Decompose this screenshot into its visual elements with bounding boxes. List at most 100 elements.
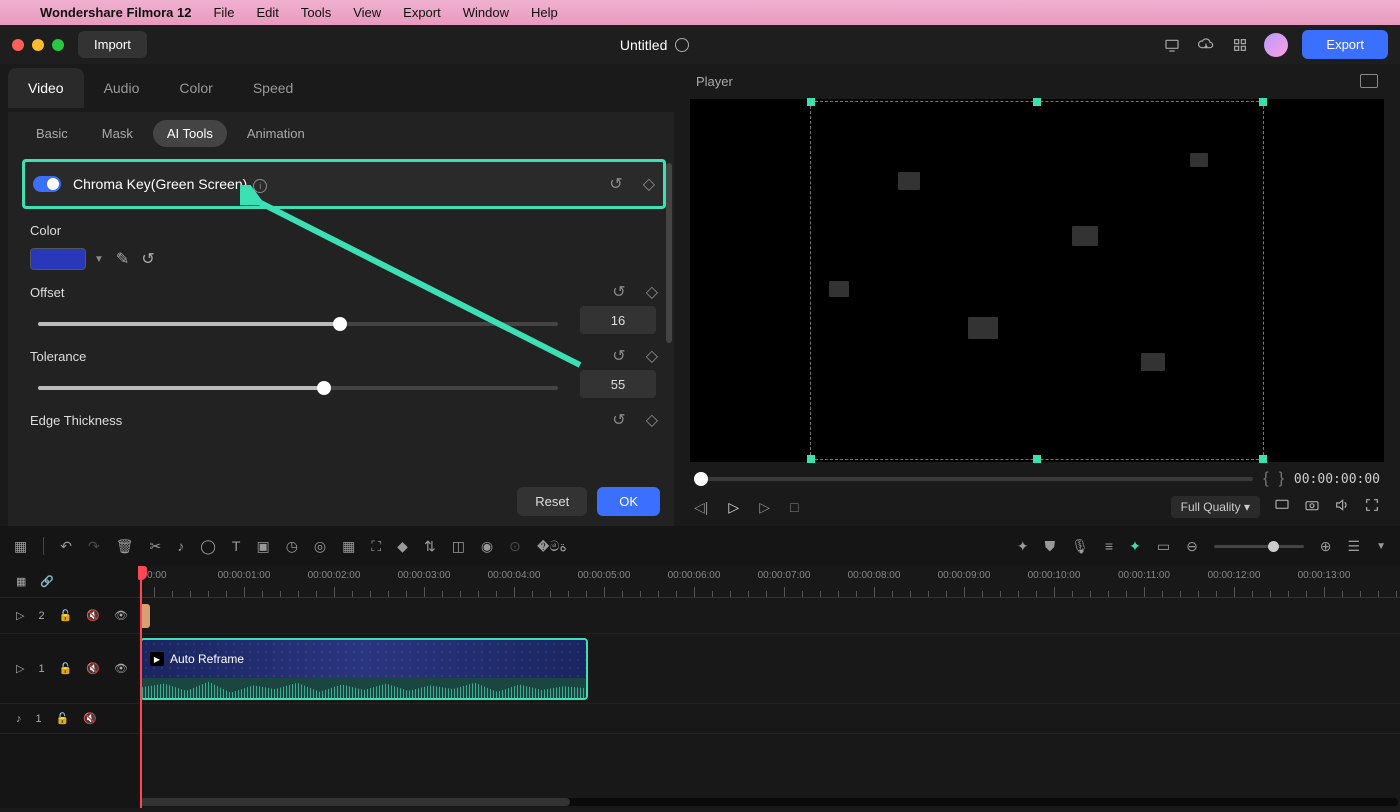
crop-icon[interactable]: ▣ xyxy=(256,538,269,555)
split-icon[interactable]: ◫ xyxy=(452,538,465,555)
tag-icon[interactable]: ◯ xyxy=(200,538,216,555)
playhead[interactable] xyxy=(140,566,142,808)
speed-icon[interactable]: ◷ xyxy=(286,538,298,555)
mic-icon[interactable]: 🎙 xyxy=(1071,538,1089,555)
visible-icon[interactable]: 👁 xyxy=(114,662,128,675)
app-name[interactable]: Wondershare Filmora 12 xyxy=(40,5,191,20)
audio-track-1[interactable] xyxy=(138,704,1400,734)
timeline-tracks[interactable]: 00:0000:00:01:0000:00:02:0000:00:03:0000… xyxy=(138,566,1400,808)
reset-chroma-icon[interactable]: ↺ xyxy=(609,174,622,194)
keyframe-tool-icon[interactable]: ◉ xyxy=(481,538,493,555)
mute-icon[interactable]: 🔇 xyxy=(83,712,97,725)
keyframe-tolerance-icon[interactable]: ◇ xyxy=(646,346,658,366)
display-icon[interactable] xyxy=(1274,497,1290,518)
eyedropper-icon[interactable]: ✎ xyxy=(116,249,129,269)
mixer-icon[interactable]: ≡ xyxy=(1105,538,1113,554)
time-ruler[interactable]: 00:0000:00:01:0000:00:02:0000:00:03:0000… xyxy=(138,566,1400,598)
expand-icon[interactable]: ⛶ xyxy=(371,538,381,555)
menu-export[interactable]: Export xyxy=(403,5,441,20)
tolerance-slider[interactable] xyxy=(38,386,558,390)
video-track-1[interactable]: ▶ Auto Reframe xyxy=(138,634,1400,704)
scrub-slider[interactable] xyxy=(694,477,1253,481)
undo-icon[interactable]: ↶ xyxy=(60,538,72,555)
timeline-scrollbar[interactable] xyxy=(140,798,1398,806)
tab-speed[interactable]: Speed xyxy=(233,68,313,108)
music-icon[interactable]: ♪ xyxy=(177,538,184,554)
volume-icon[interactable] xyxy=(1334,497,1350,518)
lock-icon[interactable]: 🔓 xyxy=(59,609,73,622)
maximize-icon[interactable] xyxy=(52,39,64,51)
stop-icon[interactable]: □ xyxy=(790,499,798,515)
fullscreen-icon[interactable] xyxy=(1364,497,1380,518)
enhance-icon[interactable]: ✦ xyxy=(1129,538,1141,555)
video-track-2[interactable] xyxy=(138,598,1400,634)
link-toggle-icon[interactable]: 🔗 xyxy=(40,575,54,588)
lock-icon[interactable]: 🔓 xyxy=(59,662,73,675)
color-swatch[interactable] xyxy=(30,248,86,270)
menu-view[interactable]: View xyxy=(353,5,381,20)
menu-tools[interactable]: Tools xyxy=(301,5,331,20)
track-header-v2[interactable]: ▷2🔓🔇👁 xyxy=(0,598,138,634)
media-bin-icon[interactable]: ▦ xyxy=(16,575,26,588)
mark-in-icon[interactable]: { xyxy=(1263,470,1268,488)
import-button[interactable]: Import xyxy=(78,31,147,58)
play-icon[interactable]: ▷ xyxy=(728,499,739,516)
track-header-v1[interactable]: ▷1🔓🔇👁 xyxy=(0,634,138,704)
subtab-mask[interactable]: Mask xyxy=(88,120,147,147)
mute-icon[interactable]: 🔇 xyxy=(86,609,100,622)
subtab-basic[interactable]: Basic xyxy=(22,120,82,147)
keyframe-chroma-icon[interactable]: ◇ xyxy=(643,174,655,194)
menu-file[interactable]: File xyxy=(213,5,234,20)
lock-icon[interactable]: 🔓 xyxy=(56,712,70,725)
offset-value[interactable]: 16 xyxy=(580,306,656,334)
subtab-animation[interactable]: Animation xyxy=(233,120,319,147)
reset-color-icon[interactable]: ↺ xyxy=(141,249,154,269)
reset-edge-icon[interactable]: ↺ xyxy=(612,410,625,430)
chevron-down-icon[interactable]: ▼ xyxy=(94,254,104,265)
cloud-sync-icon[interactable] xyxy=(675,38,689,52)
tolerance-value[interactable]: 55 xyxy=(580,370,656,398)
track-header-a1[interactable]: ♪1🔓🔇 xyxy=(0,704,138,734)
color-icon[interactable]: ◎ xyxy=(314,538,326,555)
effects-icon[interactable]: ◆ xyxy=(397,538,408,555)
snapshot-icon[interactable] xyxy=(1304,497,1320,518)
quality-selector[interactable]: Full Quality ▾ xyxy=(1171,496,1260,518)
visible-icon[interactable]: 👁 xyxy=(114,609,128,622)
view-chevron-icon[interactable]: ▼ xyxy=(1376,541,1386,552)
audio-tool-icon[interactable]: �මة xyxy=(537,538,567,555)
delete-icon[interactable]: 🗑 xyxy=(116,538,134,555)
next-frame-icon[interactable]: ▷ xyxy=(759,499,770,516)
reset-button[interactable]: Reset xyxy=(517,487,587,516)
keyframe-offset-icon[interactable]: ◇ xyxy=(646,282,658,302)
mute-icon[interactable]: 🔇 xyxy=(86,662,100,675)
tab-audio[interactable]: Audio xyxy=(84,68,160,108)
adjust-icon[interactable]: ⇅ xyxy=(424,538,436,555)
text-icon[interactable]: T xyxy=(232,538,241,554)
reset-offset-icon[interactable]: ↺ xyxy=(612,282,625,302)
selection-box[interactable] xyxy=(810,101,1264,460)
clip-main[interactable]: ▶ Auto Reframe xyxy=(140,638,588,700)
menu-help[interactable]: Help xyxy=(531,5,558,20)
info-icon[interactable]: i xyxy=(253,179,267,193)
zoom-out-icon[interactable]: ⊖ xyxy=(1186,538,1198,555)
keyframe-edge-icon[interactable]: ◇ xyxy=(646,410,658,430)
menu-edit[interactable]: Edit xyxy=(256,5,278,20)
device-icon[interactable] xyxy=(1162,37,1182,53)
tab-color[interactable]: Color xyxy=(159,68,232,108)
screenshot-icon[interactable]: ▦ xyxy=(342,538,355,555)
offset-slider[interactable] xyxy=(38,322,558,326)
export-button[interactable]: Export xyxy=(1302,30,1388,59)
mark-out-icon[interactable]: } xyxy=(1279,470,1284,488)
layout-icon[interactable]: ▦ xyxy=(14,538,27,555)
menu-window[interactable]: Window xyxy=(463,5,509,20)
cloud-download-icon[interactable] xyxy=(1196,37,1216,53)
view-mode-icon[interactable]: ☰ xyxy=(1348,538,1361,555)
ok-button[interactable]: OK xyxy=(597,487,660,516)
zoom-slider[interactable] xyxy=(1214,545,1304,548)
monitor-icon[interactable] xyxy=(1360,74,1378,88)
redo-icon[interactable]: ↷ xyxy=(88,538,100,555)
reset-tolerance-icon[interactable]: ↺ xyxy=(612,346,625,366)
panel-scrollbar[interactable] xyxy=(666,163,672,343)
chroma-key-toggle[interactable] xyxy=(33,176,61,192)
user-avatar[interactable] xyxy=(1264,33,1288,57)
